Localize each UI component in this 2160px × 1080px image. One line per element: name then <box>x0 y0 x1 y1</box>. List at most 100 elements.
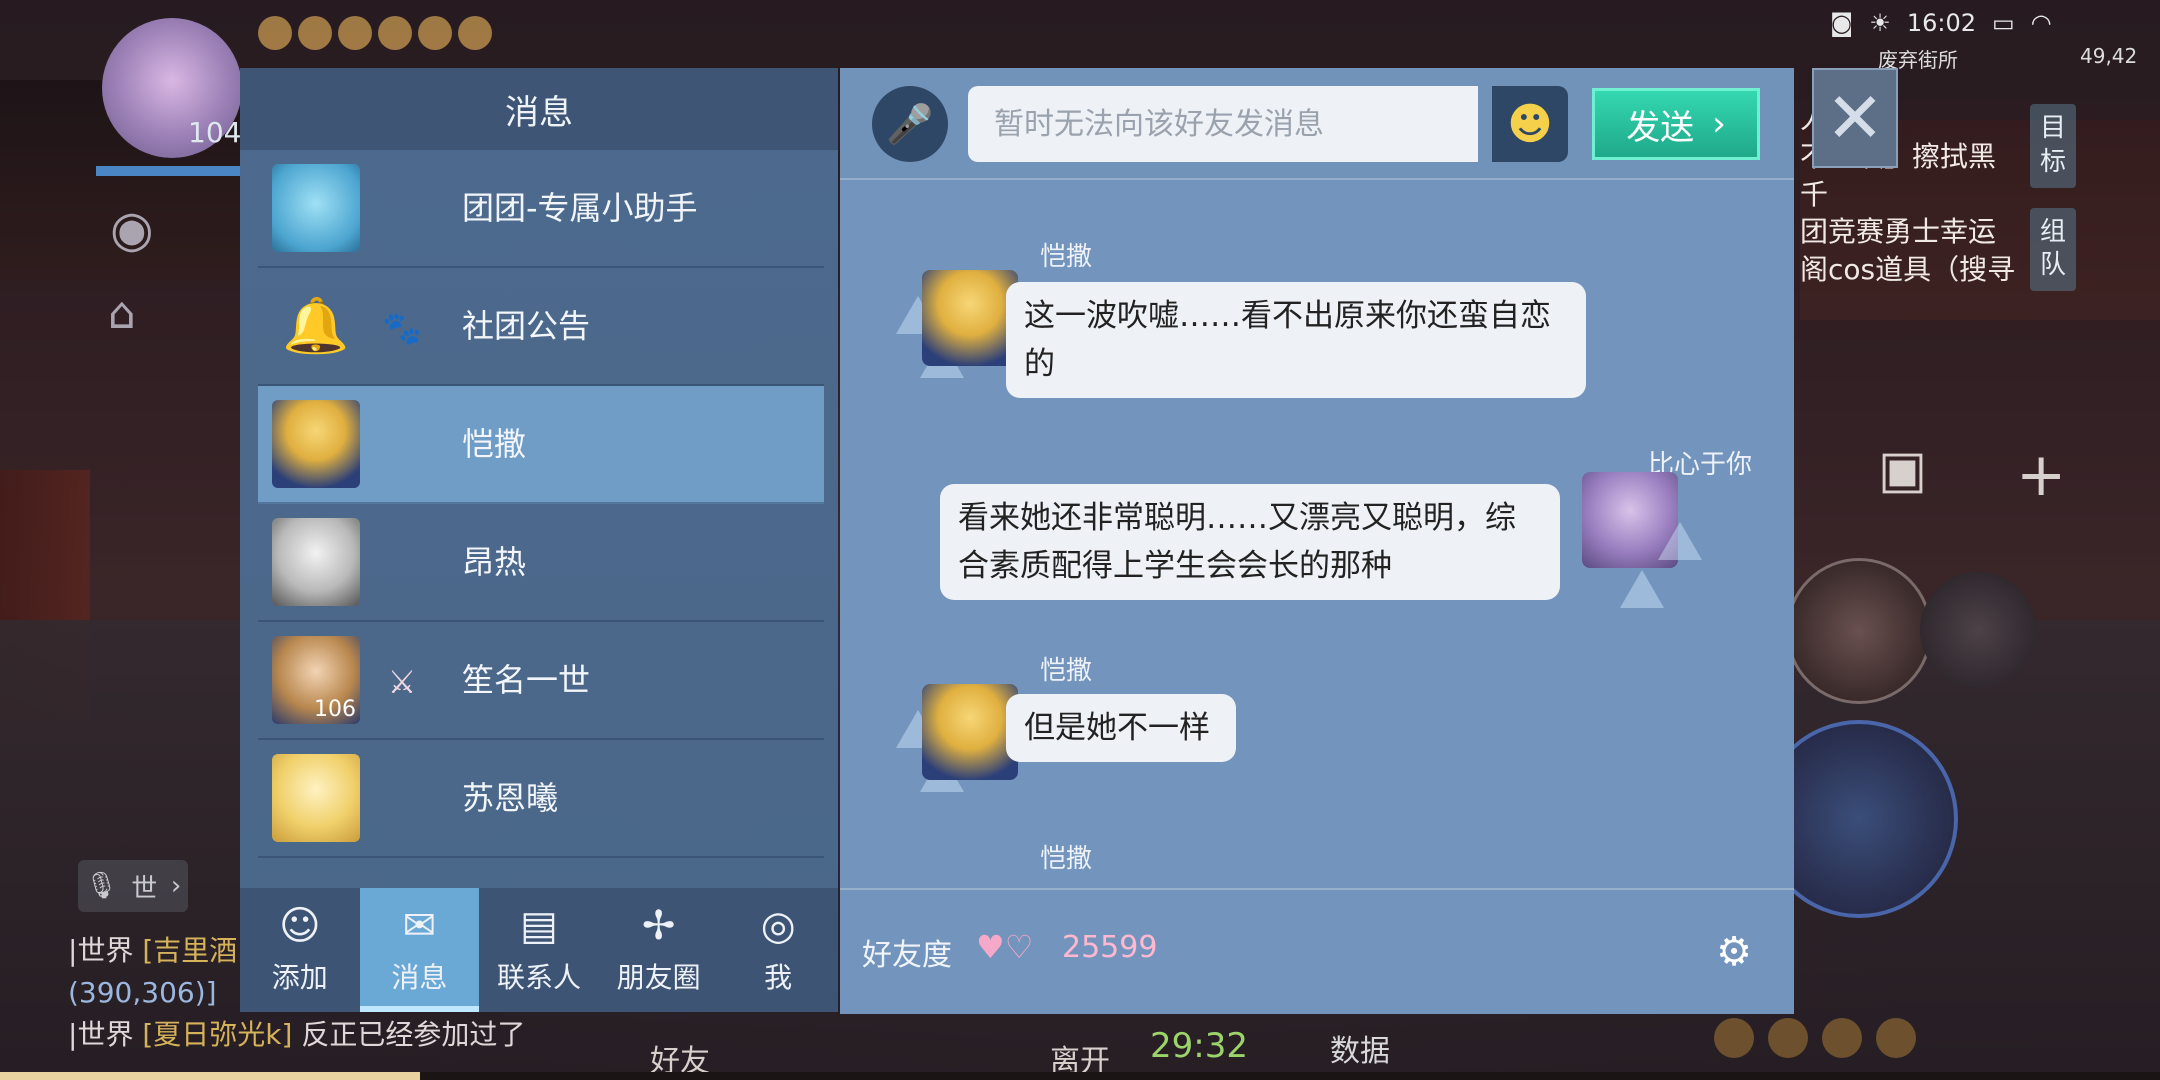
tab-me[interactable]: ◎ 我 <box>718 888 838 1012</box>
message-sender: 恺撒 <box>1040 242 1093 272</box>
paw-badge-icon: 🐾 <box>382 309 422 347</box>
avatar: 106 <box>272 636 360 724</box>
add-friend-icon: ☺ <box>278 903 321 949</box>
channel-tag: 世界 <box>77 1018 134 1051</box>
contact-item[interactable]: 苏恩曦 <box>258 740 824 858</box>
chat-channel-button[interactable]: 🎙 世 › <box>78 860 188 912</box>
tab-team[interactable]: 组队 <box>2030 207 2076 292</box>
crossed-swords-icon: ⚔ <box>387 663 417 701</box>
avatar <box>272 754 360 842</box>
tab-contacts[interactable]: ▤ 联系人 <box>479 888 599 1012</box>
close-button[interactable]: ✕ <box>1812 68 1898 168</box>
bell-icon: 🔔 <box>282 294 350 357</box>
message-window: 消息 团团-专属小助手 🔔 🐾 社团公告 恺撒 昂热 106 ⚔ 笙名一世 苏恩… <box>240 68 1794 1014</box>
message-sender: 恺撒 <box>1040 844 1093 874</box>
buff-icon <box>418 16 452 50</box>
chat-sender: [夏日弥光k] <box>142 1018 293 1051</box>
panel-title: 消息 <box>240 68 838 150</box>
settings-button[interactable]: ⚙ <box>1708 926 1760 978</box>
mic-icon: 🎙 <box>84 871 118 901</box>
chat-coords: (390,306)] <box>68 976 217 1009</box>
bag-icon[interactable]: ▣ <box>1878 440 1927 500</box>
camera-icon: ◙ <box>1830 9 1854 37</box>
message-bubble: 看来她还非常聪明……又漂亮又聪明，综合素质配得上学生会会长的那种 <box>940 484 1560 600</box>
buff-icon <box>378 16 412 50</box>
data-button[interactable]: 数据 <box>1330 1026 1390 1070</box>
battery-icon: ▭ <box>1991 9 2015 37</box>
chevron-right-icon: › <box>170 871 182 901</box>
buff-icon <box>338 16 372 50</box>
buff-icon <box>298 16 332 50</box>
avatar <box>272 400 360 488</box>
heart-icon: ♥♡ <box>976 928 1034 966</box>
contact-item[interactable]: 昂热 <box>258 504 824 622</box>
switch-skill-button[interactable] <box>1920 572 2036 688</box>
clock: 16:02 <box>1906 9 1976 37</box>
message-bubble: 但是她不一样 <box>1006 694 1236 762</box>
exp-bar-fill <box>0 1072 420 1080</box>
buff-icon <box>458 16 492 50</box>
side-tabs: 目标 组队 <box>2030 104 2080 292</box>
contact-name: 社团公告 <box>462 307 591 345</box>
view-eye-icon[interactable]: ◉ <box>110 200 154 258</box>
moments-icon: ✢ <box>641 903 676 949</box>
tab-label: 我 <box>764 961 793 994</box>
home-icon[interactable]: ⌂ <box>108 288 136 339</box>
gear-icon: ⚙ <box>1716 929 1752 975</box>
contact-item[interactable]: 106 ⚔ 笙名一世 <box>258 622 824 740</box>
chat-text: 反正已经参加过了 <box>301 1018 526 1051</box>
medal-icon <box>1714 1018 1754 1058</box>
message-bubble: 这一波吹嘘……看不出原来你还蛮自恋的 <box>1006 282 1586 398</box>
player-hp-bar <box>96 166 246 176</box>
brightness-icon: ☀ <box>1869 9 1891 37</box>
medal-icon <box>1876 1018 1916 1058</box>
emoji-button[interactable]: ☻ <box>1492 86 1568 162</box>
tab-messages[interactable]: ✉ 消息 <box>359 888 480 1012</box>
chat-history[interactable]: 恺撒 这一波吹嘘……看不出原来你还蛮自恋的 比心于你 看来她还非常聪明……又漂亮… <box>840 180 1794 886</box>
buff-icon <box>258 16 292 50</box>
contact-name: 笙名一世 <box>462 661 591 699</box>
plus-icon[interactable]: + <box>2016 440 2066 510</box>
system-status-bar: ◙ ☀ 16:02 ▭ ◠ <box>1830 6 2150 40</box>
match-timer: 29:32 <box>1150 1026 1248 1066</box>
channel-label: 世 <box>131 873 158 904</box>
level-tag: 106 <box>314 697 356 722</box>
message-icon: ✉ <box>402 903 437 949</box>
medal-icon <box>1822 1018 1862 1058</box>
message-input[interactable] <box>968 86 1478 162</box>
tab-add[interactable]: ☺ 添加 <box>240 888 360 1012</box>
chat-line: |世界 [夏日弥光k] 反正已经参加过了 <box>68 1018 526 1051</box>
chat-input-bar: 🎤 ☻ 发送 › <box>840 68 1794 180</box>
smiley-icon: ☻ <box>1507 98 1553 150</box>
medal-icon <box>1768 1018 1808 1058</box>
contact-list[interactable]: 团团-专属小助手 🔔 🐾 社团公告 恺撒 昂热 106 ⚔ 笙名一世 苏恩曦 <box>258 150 824 930</box>
close-icon: ✕ <box>1825 77 1885 159</box>
send-label: 发送 <box>1626 107 1695 148</box>
tab-moments[interactable]: ✢ 朋友圈 <box>599 888 719 1012</box>
avatar <box>272 164 360 252</box>
me-icon: ◎ <box>760 903 796 949</box>
buff-icons <box>258 16 494 52</box>
skill-button[interactable] <box>1786 558 1932 704</box>
voice-button[interactable]: 🎤 <box>872 86 948 162</box>
avatar <box>272 518 360 606</box>
intimacy-bar: 好友度 ♥♡ 25599 ⚙ <box>840 888 1794 1014</box>
chat-panel: 🎤 ☻ 发送 › 恺撒 这一波吹嘘……看不出原来你还蛮自恋的 比心于你 看来她还… <box>840 68 1794 1014</box>
microphone-icon: 🎤 <box>886 101 934 146</box>
player-level: 104 <box>188 116 242 149</box>
bottom-tab-bar: ☺ 添加 ✉ 消息 ▤ 联系人 ✢ 朋友圈 ◎ 我 <box>240 888 838 1012</box>
contact-item[interactable]: 团团-专属小助手 <box>258 150 824 268</box>
tab-label: 朋友圈 <box>616 961 701 994</box>
contacts-panel: 消息 团团-专属小助手 🔔 🐾 社团公告 恺撒 昂热 106 ⚔ 笙名一世 苏恩… <box>240 68 838 1012</box>
chevron-right-icon: › <box>1712 104 1726 144</box>
send-button[interactable]: 发送 › <box>1592 88 1760 160</box>
contact-item-active[interactable]: 恺撒 <box>258 386 824 504</box>
intimacy-value: 25599 <box>1062 930 1158 965</box>
message-sender: 恺撒 <box>1040 656 1093 686</box>
tab-target[interactable]: 目标 <box>2030 104 2076 188</box>
contacts-icon: ▤ <box>520 903 558 949</box>
contact-item[interactable]: 🔔 🐾 社团公告 <box>258 268 824 386</box>
feed-line: 千 <box>1800 177 1829 211</box>
sender-avatar[interactable] <box>922 684 1018 780</box>
sender-avatar[interactable] <box>922 270 1018 366</box>
